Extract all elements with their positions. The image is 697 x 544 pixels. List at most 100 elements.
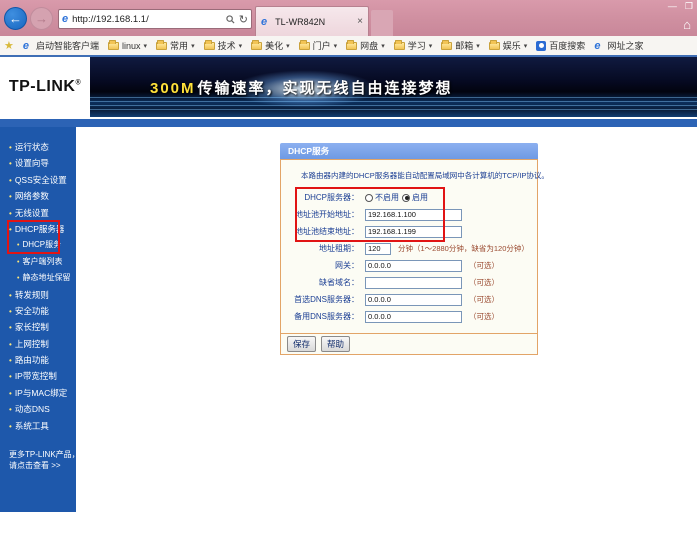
- more-products-link[interactable]: 请点击查看 >>: [9, 460, 80, 471]
- sidebar-item-access-control[interactable]: 上网控制: [0, 336, 76, 352]
- sidebar-item-ip-mac-binding[interactable]: IP与MAC绑定: [0, 385, 76, 401]
- favorites-folder-beautify[interactable]: 美化 ▾: [251, 39, 290, 52]
- dhcp-server-label: DHCP服务器：: [304, 193, 359, 202]
- sidebar-item-routing[interactable]: 路由功能: [0, 352, 76, 368]
- pool-end-row: 地址池结束地址：: [287, 223, 531, 240]
- minimize-button[interactable]: —: [668, 1, 677, 12]
- banner-image: 300M 传输速率，实现无线自由连接梦想: [90, 57, 697, 117]
- folder-icon: [346, 39, 358, 50]
- sidebar-item-dhcp-server[interactable]: DHCP服务器: [0, 221, 76, 237]
- url-text[interactable]: http://192.168.1.1/: [72, 14, 226, 25]
- pool-end-input[interactable]: [365, 225, 462, 238]
- favorites-folder-portal[interactable]: 门户 ▾: [298, 39, 337, 52]
- sidebar-item-dhcp-service[interactable]: DHCP服务: [0, 237, 76, 253]
- new-tab-button[interactable]: [371, 10, 393, 36]
- folder-icon: [298, 39, 310, 50]
- refresh-icon[interactable]: ↻: [239, 13, 248, 26]
- radio-dhcp-enable[interactable]: 启用: [402, 192, 428, 203]
- favorites-folder-study[interactable]: 学习 ▾: [393, 39, 432, 52]
- forward-button[interactable]: →: [30, 7, 53, 30]
- favorites-bar: ★ e 启动智能客户端 linux ▾ 常用 ▾ 技术 ▾ 美化 ▾ 门户 ▾ 网盘 ▾ 学习…: [0, 36, 697, 57]
- tplink-logo: TP-LINK®: [0, 57, 90, 117]
- radio-off-icon: [365, 193, 373, 202]
- help-button[interactable]: 帮助: [321, 336, 351, 352]
- sidebar-item-running-status[interactable]: 运行状态: [0, 139, 76, 155]
- folder-icon: [203, 39, 215, 50]
- domain-label: 缺省域名：: [319, 278, 359, 287]
- tab-title: TL-WR842N: [275, 16, 326, 27]
- favorites-item-smart-client[interactable]: e 启动智能客户端: [23, 39, 99, 52]
- back-button[interactable]: ←: [4, 7, 27, 30]
- sidebar-item-ip-bandwidth-control[interactable]: IP带宽控制: [0, 368, 76, 384]
- optional-hint: （可选）: [469, 295, 499, 304]
- sidebar-item-qss-security[interactable]: QSS安全设置: [0, 172, 76, 188]
- dns1-row: 首选DNS服务器： （可选）: [287, 291, 531, 308]
- pool-end-label: 地址池结束地址：: [295, 227, 359, 236]
- favorites-folder-mail[interactable]: 邮箱 ▾: [441, 39, 480, 52]
- radio-on-icon: [402, 193, 410, 202]
- tab-tl-wr842n[interactable]: e TL-WR842N ×: [255, 6, 369, 36]
- domain-input[interactable]: [365, 276, 462, 289]
- favorites-folder-tech[interactable]: 技术 ▾: [203, 39, 242, 52]
- lease-label: 地址租期：: [319, 244, 359, 253]
- favorites-folder-fun[interactable]: 娱乐 ▾: [488, 39, 527, 52]
- folder-icon: [108, 39, 120, 50]
- back-arrow-icon: ←: [9, 11, 22, 26]
- favorites-folder-netdisk[interactable]: 网盘 ▾: [346, 39, 385, 52]
- dns2-row: 备用DNS服务器： （可选）: [287, 308, 531, 325]
- tplink-header: TP-LINK® 300M 传输速率，实现无线自由连接梦想: [0, 57, 697, 117]
- sidebar-item-security[interactable]: 安全功能: [0, 303, 76, 319]
- folder-icon: [251, 39, 263, 50]
- lease-input[interactable]: [365, 242, 391, 255]
- favorites-star-icon[interactable]: ★: [4, 39, 14, 52]
- banner-highlight: 300M: [150, 80, 196, 97]
- more-products-note: 更多TP-LINK产品， 请点击查看 >>: [9, 450, 80, 471]
- optional-hint: （可选）: [469, 312, 499, 321]
- domain-row: 缺省域名： （可选）: [287, 274, 531, 291]
- folder-icon: [393, 39, 405, 50]
- gateway-input[interactable]: [365, 259, 462, 272]
- home-icon[interactable]: ⌂: [683, 17, 691, 32]
- sidebar-item-setup-wizard[interactable]: 设置向导: [0, 155, 76, 171]
- lease-hint: 分钟（1～2880分钟，缺省为120分钟）: [398, 244, 529, 253]
- tab-close-icon[interactable]: ×: [357, 16, 363, 27]
- address-bar[interactable]: e http://192.168.1.1/ ↻: [58, 9, 252, 29]
- sidebar-item-system-tools[interactable]: 系统工具: [0, 418, 76, 434]
- baidu-icon: [536, 40, 547, 51]
- favorites-folder-common[interactable]: 常用 ▾: [156, 39, 195, 52]
- radio-dhcp-disable[interactable]: 不启用: [365, 192, 399, 203]
- ie-page-icon: e: [22, 39, 29, 52]
- browser-titlebar: ← → e http://192.168.1.1/ ↻ e TL-WR842N …: [0, 0, 697, 36]
- sidebar-item-network-params[interactable]: 网络参数: [0, 188, 76, 204]
- panel-description: 本路由器内建的DHCP服务器能自动配置局域网中各计算机的TCP/IP协议。: [301, 171, 549, 180]
- favorites-item-baidu[interactable]: 百度搜索: [536, 39, 585, 52]
- dhcp-server-row: DHCP服务器： 不启用 启用: [287, 189, 531, 206]
- folder-icon: [156, 39, 168, 50]
- panel-title: DHCP服务: [280, 143, 538, 159]
- sidebar-menu: 运行状态 设置向导 QSS安全设置 网络参数 无线设置 DHCP服务器 DHCP…: [0, 127, 80, 512]
- search-icon[interactable]: [226, 14, 235, 24]
- pool-start-input[interactable]: [365, 208, 462, 221]
- folder-icon: [488, 39, 500, 50]
- favorites-item-site-home[interactable]: e 网址之家: [594, 39, 643, 52]
- gateway-row: 网关： （可选）: [287, 257, 531, 274]
- banner-slogan: 300M 传输速率，实现无线自由连接梦想: [150, 80, 453, 97]
- sidebar-item-forwarding-rules[interactable]: 转发规则: [0, 287, 76, 303]
- lease-row: 地址租期： 分钟（1～2880分钟，缺省为120分钟）: [287, 240, 531, 257]
- dns2-input[interactable]: [365, 310, 462, 323]
- dhcp-panel: DHCP服务 本路由器内建的DHCP服务器能自动配置局域网中各计算机的TCP/I…: [280, 143, 549, 355]
- sidebar-item-client-list[interactable]: 客户端列表: [0, 254, 76, 270]
- dns1-input[interactable]: [365, 293, 462, 306]
- pool-start-row: 地址池开始地址：: [287, 206, 531, 223]
- sidebar-item-wireless-settings[interactable]: 无线设置: [0, 205, 76, 221]
- favorites-folder-linux[interactable]: linux ▾: [108, 39, 147, 51]
- gateway-label: 网关：: [335, 261, 359, 270]
- optional-hint: （可选）: [469, 261, 499, 270]
- save-button[interactable]: 保存: [287, 336, 317, 352]
- maximize-button[interactable]: ❐: [685, 1, 693, 12]
- sidebar-item-static-address-reservation[interactable]: 静态地址保留: [0, 270, 76, 286]
- sidebar-item-parental-control[interactable]: 家长控制: [0, 319, 76, 335]
- ie-window: ← → e http://192.168.1.1/ ↻ e TL-WR842N …: [0, 0, 697, 544]
- folder-icon: [441, 39, 453, 50]
- sidebar-item-dynamic-dns[interactable]: 动态DNS: [0, 401, 76, 417]
